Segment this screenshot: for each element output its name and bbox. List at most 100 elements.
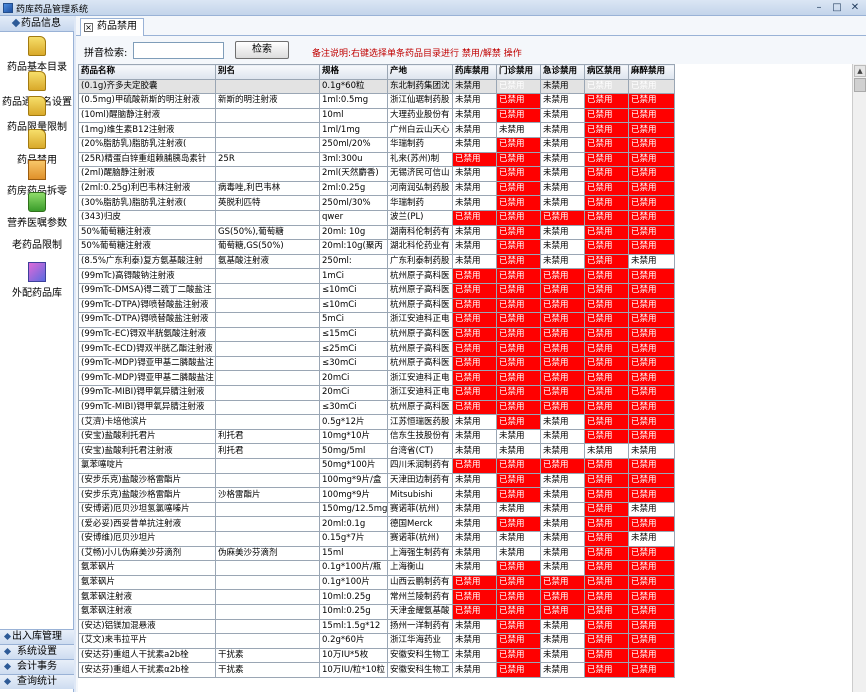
- column-header[interactable]: 别名: [215, 64, 320, 80]
- table-row[interactable]: (艾畅)小儿伪麻美沙芬滴剂 伪麻美沙芬滴剂 15ml 上海强生制药有 未禁用 未禁用 未禁用…: [78, 545, 675, 562]
- vertical-scrollbar[interactable]: ▲: [852, 64, 866, 692]
- sidebar-item-drug-catalog[interactable]: 药品基本目录: [0, 36, 74, 73]
- column-header[interactable]: 门诊禁用: [496, 64, 541, 80]
- table-row[interactable]: (艾濟)卡培他滨片 0.5g*12片 江苏恒瑞医药股 未禁用 已禁用 未禁用 已禁用 已禁用: [78, 414, 675, 430]
- stack-icon: [28, 262, 46, 282]
- table-row[interactable]: (99mTc-MIBI)锝甲氧异腈注射液 20mCi 浙江安迪科正电 已禁用 已禁用 已禁…: [78, 385, 675, 401]
- nav-query-stats[interactable]: 查询统计: [0, 674, 74, 689]
- maximize-button[interactable]: □: [830, 2, 844, 13]
- table-row[interactable]: (30%脂肪乳)脂肪乳注射液(英脱利匹特 250ml/30% 华瑞制药 未禁用 已禁用未…: [78, 195, 675, 211]
- scroll-up-icon[interactable]: ▲: [854, 65, 866, 77]
- table-cell: (安宝)盐酸利托君注射液: [78, 443, 216, 460]
- table-row[interactable]: (安博维)厄贝沙坦片 0.15g*7片 赛诺菲(杭州) 未禁用 未禁用 未禁用 已禁用 未禁用: [78, 531, 675, 547]
- table-cell: ≤10mCi: [319, 282, 388, 299]
- table-row[interactable]: 氨苯砜注射液 10ml:0.25g 常州兰陵制药有 已禁用 已禁用 已禁用 已禁用 已禁用: [78, 589, 675, 605]
- minimize-button[interactable]: –: [812, 2, 826, 13]
- table-row[interactable]: (8.5%广东利泰)复方氨基酸注射 氨基酸注射液 250ml: 广东利泰制药股 未禁用已…: [78, 253, 675, 270]
- table-row[interactable]: (343)归皮 qwer 波兰(PL) 已禁用 已禁用 已禁用 已禁用 已禁用: [78, 209, 675, 226]
- search-button[interactable]: 检索: [235, 41, 289, 59]
- column-header[interactable]: 病区禁用: [584, 64, 629, 80]
- sidebar-item-nutrition-params[interactable]: 营养医嘱参数: [0, 192, 74, 229]
- nav-accounting[interactable]: 会计事务: [0, 659, 74, 674]
- column-header[interactable]: 急诊禁用: [540, 64, 585, 80]
- column-header[interactable]: 药品名称: [78, 64, 216, 80]
- ban-status-cell: 已禁用: [496, 458, 541, 474]
- sidebar-header[interactable]: 药品信息: [0, 16, 74, 32]
- ban-status-cell: 已禁用: [540, 341, 585, 357]
- table-row[interactable]: (安达芬)重组人干扰素α2b栓 干扰素 10万IU/粒*10粒 安徽安科生物工 未禁用已…: [78, 662, 675, 678]
- table-row[interactable]: (99mTc-MDP)锝亚甲基二膦酸盐注 20mCi 浙江安迪科正电 已禁用 已禁用 已禁…: [78, 370, 675, 387]
- table-cell: 安徽安科生物工: [387, 647, 453, 664]
- ban-status-cell: 未禁用: [452, 93, 497, 109]
- nav-inout-management[interactable]: 出入库管理: [0, 629, 74, 644]
- table-row[interactable]: (安达芬)重组人干扰素a2b栓 干扰素 10万IU*5枚 安徽安科生物工 未禁用 已禁用未…: [78, 647, 675, 664]
- table-row[interactable]: 50%葡萄糖注射液 GS(50%),葡萄糖 20ml: 10g 湖南科伦制药有 未禁用已…: [78, 224, 675, 241]
- table-row[interactable]: (1mg)维生素B12注射液 1ml/1mg 广州白云山天心 未禁用 未禁用 未禁用 已禁用…: [78, 122, 675, 138]
- ban-status-cell: 未禁用: [540, 166, 585, 182]
- close-tab-icon[interactable]: ×: [84, 23, 93, 32]
- table-cell: [215, 385, 320, 401]
- table-row[interactable]: (安达)铝镁加混悬液 15ml:1.5g*12 扬州一洋制药有 未禁用 已禁用 未禁用 已禁…: [78, 618, 675, 635]
- table-row[interactable]: 50%葡萄糖注射液 葡萄糖,GS(50%) 20ml:10g(聚丙 湖北科伦药业有 未禁…: [78, 239, 675, 255]
- table-row[interactable]: (安步乐克)盐酸沙格雷酯片 沙格雷酯片 100mg*9片 Mitsubishi 未禁用已…: [78, 487, 675, 503]
- table-row[interactable]: (2ml:0.25g)利巴韦林注射液 病毒唑,利巴韦林 2ml:0.25g 河南润弘制…: [78, 180, 675, 197]
- table-row[interactable]: (安宝)盐酸利托君注射液 利托君 50mg/5ml 台湾省(CT) 未禁用 未禁用 未禁用未…: [78, 443, 675, 460]
- tab-drug-ban[interactable]: × 药品禁用: [80, 18, 144, 36]
- table-row[interactable]: (99mTc-MDP)锝亚甲基二膦酸盐注 ≤30mCi 杭州原子高科医 已禁用 已禁用已…: [78, 355, 675, 372]
- table-row[interactable]: (99mTc-DTPA)锝喷替酸盐注射液 ≤10mCi 杭州原子高科医 已禁用 已禁用已…: [78, 297, 675, 314]
- ban-status-cell: 已禁用: [496, 647, 541, 664]
- table-cell: (99mTc-DTPA)锝喷替酸盐注射液: [78, 312, 216, 328]
- table-cell: 150mg/12.5mg*: [319, 501, 388, 518]
- sidebar: 药品信息 药品基本目录 药品通用名设置 药品限量限制 药品禁用 药房药品拆零 营…: [0, 16, 74, 692]
- ban-status-cell: 未禁用: [540, 545, 585, 562]
- column-header[interactable]: 产地: [387, 64, 453, 80]
- column-header[interactable]: 麻醉禁用: [628, 64, 675, 80]
- table-row[interactable]: (安步乐克)盐酸沙格雷酯片 100mg*9片/盒 天津田边制药有 未禁用 已禁用 未禁用已…: [78, 472, 675, 489]
- table-cell: 浙江安迪科正电: [387, 312, 453, 328]
- column-header[interactable]: 规格: [319, 64, 388, 80]
- table-row[interactable]: 氨苯砜片 0.1g*100片 山西云鹏制药有 已禁用 已禁用 已禁用 已禁用 已禁用: [78, 574, 675, 591]
- table-row[interactable]: (安宝)盐酸利托君片 利托君 10mg*10片 信东生技股份有 未禁用 未禁用 未禁用 已禁用…: [78, 428, 675, 445]
- table-cell: [215, 618, 320, 635]
- ban-status-cell: 已禁用: [496, 370, 541, 387]
- table-row[interactable]: (99mTc-DMSA)得二巯丁二酸盐注 ≤10mCi 杭州原子高科医 已禁用 已禁用已…: [78, 282, 675, 299]
- ban-status-cell: 已禁用: [628, 603, 675, 620]
- ban-status-cell: 已禁用: [496, 78, 541, 95]
- table-cell: 20ml:10g(聚丙: [319, 239, 388, 255]
- search-input[interactable]: [133, 42, 224, 59]
- table-row[interactable]: 氯苯噻啶片 50mg*100片 四川禾润制药有 已禁用 已禁用 已禁用 已禁用 已禁用: [78, 458, 675, 474]
- scroll-thumb[interactable]: [854, 78, 866, 92]
- table-row[interactable]: (20%脂肪乳)脂肪乳注射液(250ml/20% 华瑞制药 未禁用 已禁用 未禁用 已禁用…: [78, 136, 675, 153]
- ban-status-cell: 未禁用: [452, 428, 497, 445]
- note-text: 备注说明:右键选择单条药品目录进行 禁用/解禁 操作: [312, 49, 522, 59]
- table-row[interactable]: (2ml)醒脑静注射液 2ml(天然麝香) 无锡济民可信山 未禁用 已禁用 未禁用 已禁用已…: [78, 166, 675, 182]
- nav-system-settings[interactable]: 系统设置: [0, 644, 74, 659]
- ban-status-cell: 已禁用: [628, 341, 675, 357]
- table-row[interactable]: (0.1g)齐多夫定胶囊 0.1g*60粒 东北制药集团沈 未禁用 已禁用 未禁用 已禁用已…: [78, 78, 675, 95]
- table-row[interactable]: (99mTc-MIBI)锝甲氧异腈注射液 ≤30mCi 杭州原子高科医 已禁用 已禁用已…: [78, 399, 675, 416]
- table-row[interactable]: (99mTc-EC)锝双半胱氨酸注射液 ≤15mCi 杭州原子高科医 已禁用 已禁用 已禁…: [78, 326, 675, 343]
- table-row[interactable]: (25R)精蛋白锌重组赖脯胰岛素针 25R 3ml:300u 礼来(苏州)制 已禁用 已禁…: [78, 151, 675, 168]
- sidebar-item-external-drug[interactable]: 外配药品库: [0, 262, 74, 299]
- table-row[interactable]: (99mTc-DTPA)锝喷替酸盐注射液 5mCi 浙江安迪科正电 已禁用 已禁用 已禁用…: [78, 312, 675, 328]
- table-row[interactable]: 氨苯砜注射液 10ml:0.25g 天津金耀氨基酸 已禁用 已禁用 已禁用 已禁用 已禁用: [78, 603, 675, 620]
- table-row[interactable]: (0.5mg)甲硫酸新斯的明注射液 新斯的明注射液 1ml:0.5mg 浙江仙琚制药股…: [78, 93, 675, 109]
- table-row[interactable]: (安博诺)厄贝沙坦氢氯噻嗪片 150mg/12.5mg* 赛诺菲(杭州) 未禁用 未禁用…: [78, 501, 675, 518]
- table-row[interactable]: (10ml)醒脑静注射液 10ml 大理药业股份有 未禁用 已禁用 未禁用 已禁用 已禁用: [78, 107, 675, 124]
- ban-status-cell: 已禁用: [628, 312, 675, 328]
- ban-status-cell: 已禁用: [628, 93, 675, 109]
- table-row[interactable]: (99mTc)高锝酸钠注射液 1mCi 杭州原子高科医 已禁用 已禁用 已禁用 已禁用 已禁用: [78, 268, 675, 284]
- sidebar-item-old-drug-limit[interactable]: 老药品限制: [0, 236, 74, 251]
- table-row[interactable]: 氨苯砜片 0.1g*100片/瓶 上海衡山 未禁用 已禁用 未禁用 已禁用 已禁用: [78, 560, 675, 576]
- sidebar-item-quantity-limit[interactable]: 药品限量限制: [0, 96, 74, 133]
- close-button[interactable]: ✕: [848, 2, 862, 13]
- ban-status-cell: 未禁用: [584, 443, 629, 460]
- column-header[interactable]: 药库禁用: [452, 64, 497, 80]
- table-row[interactable]: (爱必妥)西妥昔单抗注射液 20ml:0.1g 德国Merck 未禁用 已禁用 未禁用 已禁…: [78, 516, 675, 532]
- table-cell: 赛诺菲(杭州): [387, 531, 453, 547]
- ban-status-cell: 已禁用: [496, 253, 541, 270]
- ban-status-cell: 未禁用: [540, 239, 585, 255]
- table-row[interactable]: (艾文)来韦拉平片 0.2g*60片 浙江华海药业 未禁用 已禁用 未禁用 已禁用 已禁用: [78, 633, 675, 649]
- table-row[interactable]: (99mTc-ECD)锝双半胱乙酯注射液 ≤25mCi 杭州原子高科医 已禁用 已禁用已…: [78, 341, 675, 357]
- ban-status-cell: 未禁用: [628, 253, 675, 270]
